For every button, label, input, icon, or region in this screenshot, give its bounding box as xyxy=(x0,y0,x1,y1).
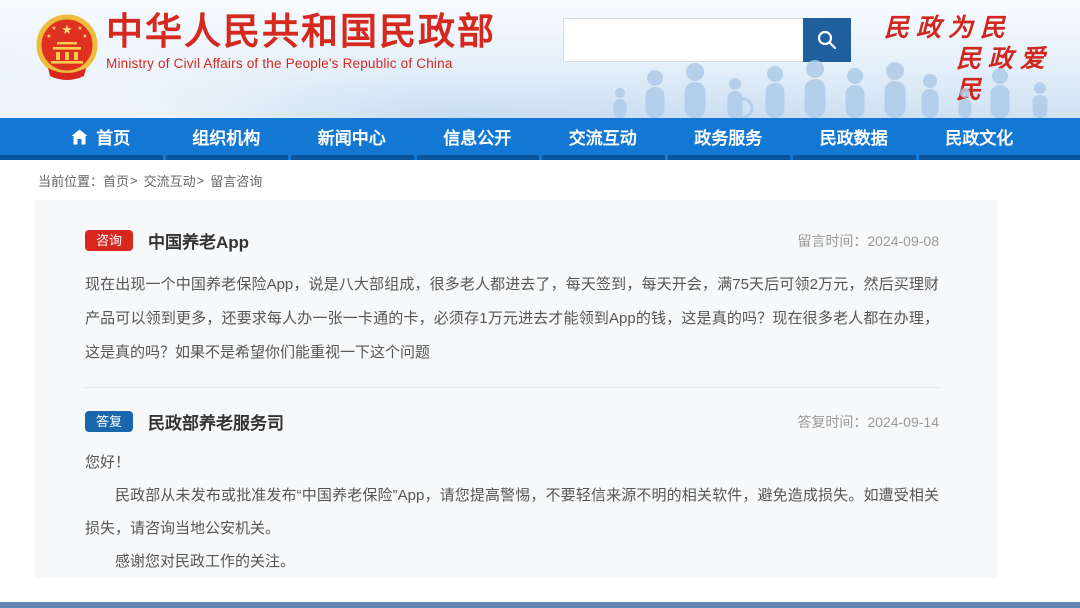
breadcrumb: 当前位置： 首页 > 交流互动 > 留言咨询 xyxy=(0,160,1080,200)
national-emblem: ★ ★ ★ ★ ★ xyxy=(34,12,100,84)
breadcrumb-separator: > xyxy=(197,173,205,188)
breadcrumb-home[interactable]: 首页 xyxy=(103,171,129,190)
reply-badge: 答复 xyxy=(85,411,133,432)
nav-item-home[interactable]: 首页 xyxy=(38,118,164,155)
reply-header-row: 答复 民政部养老服务司 答复时间：2024-09-14 xyxy=(85,409,939,434)
nav-item-services[interactable]: 政务服务 xyxy=(666,118,792,155)
breadcrumb-separator: > xyxy=(130,173,138,188)
reply-department: 民政部养老服务司 xyxy=(148,409,284,434)
site-title: 中华人民共和国民政部 xyxy=(106,12,496,53)
slogan-line1: 民政为民 xyxy=(884,12,1080,43)
svg-text:★: ★ xyxy=(82,33,87,40)
site-header: ★ ★ ★ ★ ★ 中华人民共和国民政部 Ministry of Civil A… xyxy=(0,0,1080,118)
nav-item-information[interactable]: 信息公开 xyxy=(415,118,541,155)
nav-item-organization[interactable]: 组织机构 xyxy=(164,118,290,155)
breadcrumb-interaction[interactable]: 交流互动 xyxy=(144,171,196,190)
site-brand: 中华人民共和国民政部 Ministry of Civil Affairs of … xyxy=(106,12,496,71)
nav-item-interaction[interactable]: 交流互动 xyxy=(540,118,666,155)
question-title: 中国养老App xyxy=(148,228,249,253)
nav-item-news[interactable]: 新闻中心 xyxy=(289,118,415,155)
footer-top-border xyxy=(0,602,1080,608)
svg-text:★: ★ xyxy=(51,25,56,32)
reply-closing: 感谢您对民政工作的关注。 xyxy=(85,545,939,578)
people-silhouette-graphic xyxy=(600,56,1070,118)
main-nav: 首页 组织机构 新闻中心 信息公开 交流互动 政务服务 民政数据 民政文化 xyxy=(0,118,1080,160)
svg-text:★: ★ xyxy=(61,22,73,37)
question-header-row: 咨询 中国养老App 留言时间：2024-09-08 xyxy=(85,228,939,253)
breadcrumb-label: 当前位置： xyxy=(38,171,103,190)
reply-paragraph: 民政部从未发布或批准发布“中国养老保险”App，请您提高警惕，不要轻信来源不明的… xyxy=(85,479,939,545)
reply-time: 答复时间：2024-09-14 xyxy=(797,412,939,432)
reply-greeting: 您好！ xyxy=(85,446,939,479)
breadcrumb-message-consult[interactable]: 留言咨询 xyxy=(210,171,262,190)
search-icon xyxy=(816,29,838,51)
nav-item-culture[interactable]: 民政文化 xyxy=(917,118,1043,155)
question-body: 现在出现一个中国养老保险App，说是八大部组成，很多老人都进去了，每天签到，每天… xyxy=(85,268,939,370)
site-subtitle: Ministry of Civil Affairs of the People'… xyxy=(106,56,496,71)
svg-text:★: ★ xyxy=(46,33,51,40)
nav-item-data[interactable]: 民政数据 xyxy=(791,118,917,155)
reply-body: 您好！ 民政部从未发布或批准发布“中国养老保险”App，请您提高警惕，不要轻信来… xyxy=(85,446,939,578)
question-time: 留言时间：2024-09-08 xyxy=(797,231,939,251)
consult-badge: 咨询 xyxy=(85,230,133,251)
divider xyxy=(85,387,939,388)
svg-text:★: ★ xyxy=(77,25,82,32)
message-detail-card: 咨询 中国养老App 留言时间：2024-09-08 现在出现一个中国养老保险A… xyxy=(35,200,997,578)
home-icon xyxy=(71,129,88,145)
